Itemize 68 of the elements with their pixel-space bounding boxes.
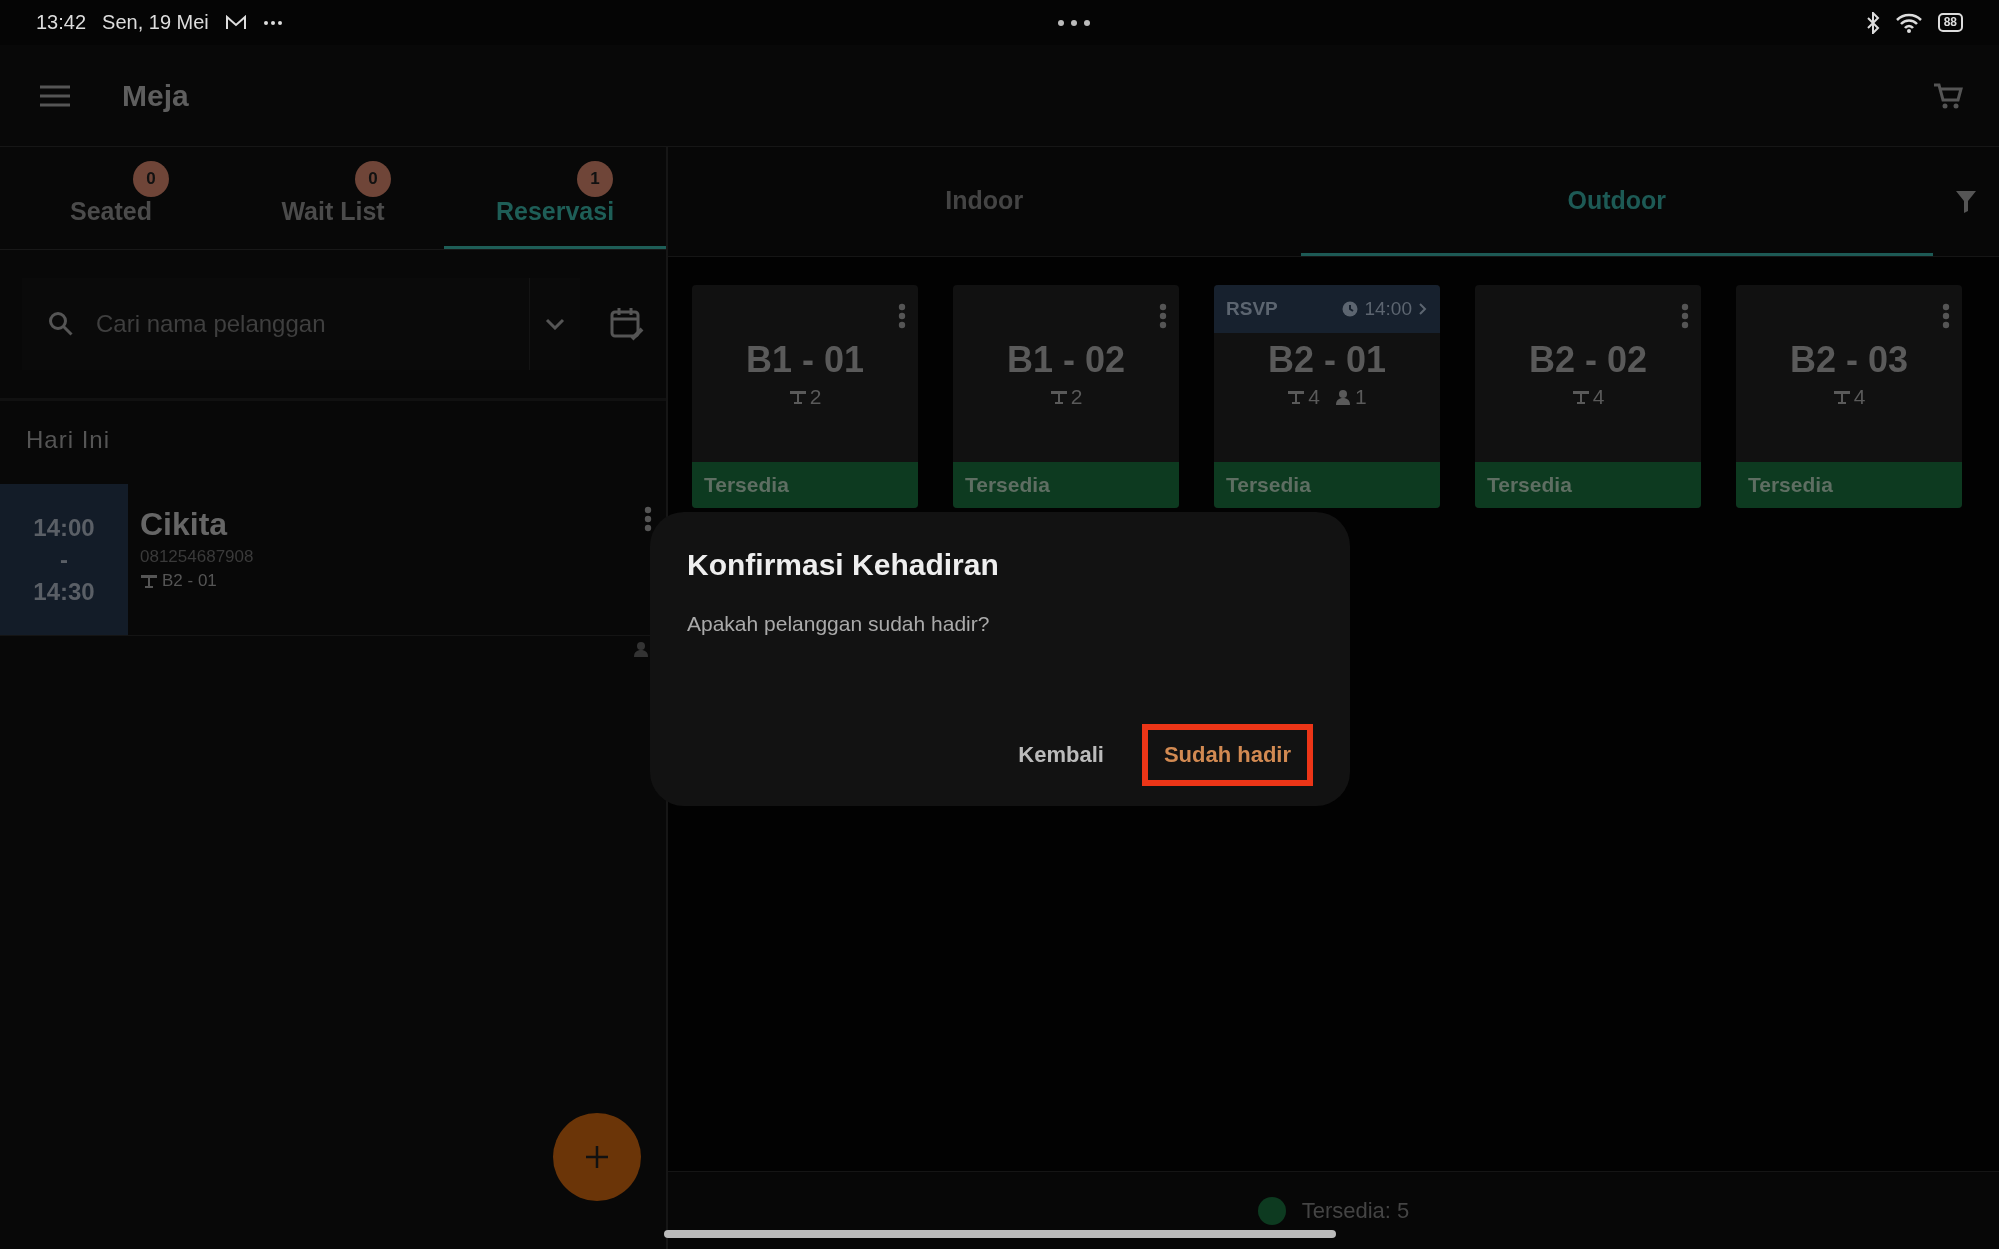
- dialog-title: Konfirmasi Kehadiran: [687, 548, 1000, 582]
- status-bar: Tersedia: [1736, 462, 1962, 508]
- table-card[interactable]: RSVP 14:00 B2 - 01 4 1 Tersedia: [1214, 285, 1440, 508]
- calendar-edit-icon[interactable]: [610, 307, 644, 341]
- status-bar: Tersedia: [953, 462, 1179, 508]
- table-name: B1 - 02: [1005, 339, 1127, 381]
- table-icon: [1049, 389, 1068, 405]
- seat-count: 4: [1853, 385, 1866, 409]
- legend-label: Tersedia: 5: [1301, 1197, 1410, 1224]
- area-tab[interactable]: Indoor: [668, 147, 1301, 256]
- end-time: 14:30: [33, 577, 95, 606]
- table-card[interactable]: B1 - 02 2 Tersedia: [953, 285, 1179, 508]
- more-icon[interactable]: [1057, 18, 1092, 27]
- count-badge: 0: [355, 161, 391, 197]
- chevron-down-icon[interactable]: [545, 318, 565, 330]
- bluetooth-icon: [1865, 11, 1880, 34]
- wifi-icon: [1895, 12, 1922, 33]
- table-name: B2 - 01: [1266, 339, 1388, 381]
- person-icon: [634, 641, 650, 657]
- battery-level: 88: [1937, 13, 1963, 32]
- customer-name: Cikita: [140, 506, 228, 543]
- status-bar: Tersedia: [692, 462, 918, 508]
- filter-icon[interactable]: [1955, 189, 1977, 214]
- more-icon: [262, 19, 283, 26]
- seat-count: 2: [809, 385, 822, 409]
- confirm-button[interactable]: Sudah hadir: [1141, 724, 1313, 786]
- table-name: B2 - 03: [1788, 339, 1910, 381]
- back-button[interactable]: Kembali: [996, 724, 1126, 786]
- person-icon: [1336, 389, 1352, 405]
- table-name: B2 - 02: [1527, 339, 1649, 381]
- list-tab[interactable]: Reservasi 1: [444, 147, 666, 249]
- status-bar: Tersedia: [1214, 462, 1440, 508]
- seat-count: 4: [1308, 385, 1320, 409]
- table-icon: [1287, 389, 1306, 405]
- rsvp-label: RSVP: [1226, 298, 1278, 320]
- table-card[interactable]: B2 - 03 4 Tersedia: [1736, 285, 1962, 508]
- start-time: 14:00: [33, 513, 95, 542]
- table-icon: [1571, 389, 1590, 405]
- table-label: B2 - 01: [162, 571, 217, 591]
- seat-count: 2: [1070, 385, 1083, 409]
- table-card[interactable]: B1 - 01 2 Tersedia: [692, 285, 918, 508]
- chevron-right-icon[interactable]: [1418, 302, 1428, 316]
- area-tab[interactable]: Outdoor: [1300, 147, 1933, 256]
- status-date: Sen, 19 Mei: [102, 11, 209, 34]
- status-bar: Tersedia: [1475, 462, 1701, 508]
- rsvp-time: 14:00: [1364, 298, 1412, 320]
- dialog-message: Apakah pelanggan sudah hadir?: [687, 612, 991, 636]
- search-icon: [48, 311, 74, 337]
- table-icon: [788, 389, 807, 405]
- table-card[interactable]: B2 - 02 4 Tersedia: [1475, 285, 1701, 508]
- page-title: Meja: [122, 78, 190, 113]
- status-time: 13:42: [36, 11, 87, 34]
- table-name: B1 - 01: [744, 339, 866, 381]
- count-badge: 1: [577, 161, 613, 197]
- clock-icon: [1342, 301, 1359, 317]
- seat-count: 4: [1592, 385, 1605, 409]
- menu-icon[interactable]: [40, 84, 70, 107]
- mail-icon: [224, 14, 247, 31]
- table-icon: [140, 573, 158, 589]
- section-title: Hari Ini: [25, 425, 112, 455]
- time-separator: -: [60, 545, 68, 574]
- count-badge: 0: [133, 161, 169, 197]
- list-tab[interactable]: Wait List 0: [222, 147, 444, 249]
- table-icon: [1832, 389, 1851, 405]
- list-tab[interactable]: Seated 0: [0, 147, 222, 249]
- plus-icon: [585, 1145, 609, 1169]
- guest-count: 1: [1355, 385, 1367, 409]
- cart-icon[interactable]: [1933, 81, 1963, 110]
